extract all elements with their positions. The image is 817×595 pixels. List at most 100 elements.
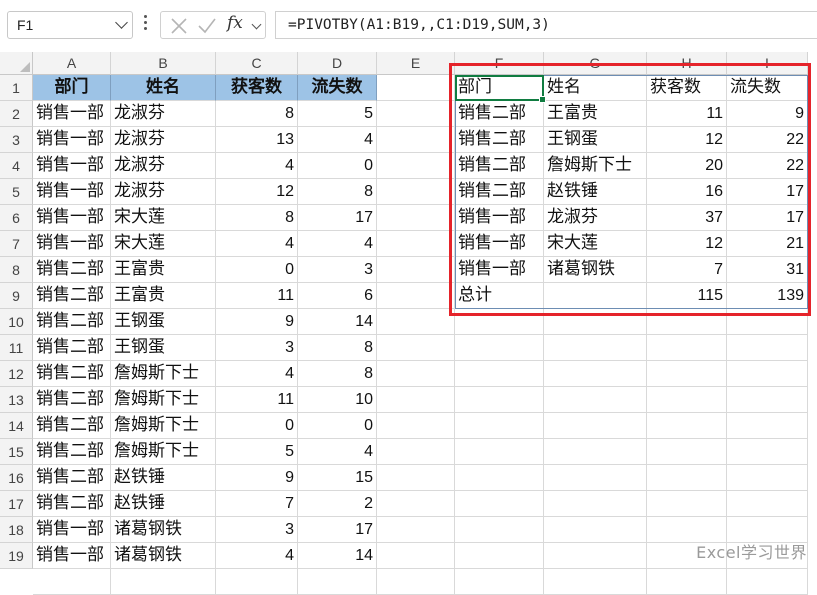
cell-d15[interactable]: 4	[298, 439, 377, 465]
cell[interactable]	[377, 153, 455, 179]
cell[interactable]	[647, 361, 727, 387]
column-header-f[interactable]: F	[455, 52, 544, 75]
cell[interactable]	[111, 569, 216, 595]
cell-c19[interactable]: 4	[216, 543, 298, 569]
row-header-1[interactable]: 1	[0, 75, 33, 101]
cell-c18[interactable]: 3	[216, 517, 298, 543]
cell-i6[interactable]: 17	[727, 205, 808, 231]
row-header-18[interactable]: 18	[0, 517, 33, 543]
cell-a11[interactable]: 销售二部	[33, 335, 111, 361]
cell[interactable]	[727, 491, 808, 517]
cell[interactable]	[544, 439, 647, 465]
cell-b16[interactable]: 赵铁锤	[111, 465, 216, 491]
cell-b19[interactable]: 诸葛钢铁	[111, 543, 216, 569]
cell-a3[interactable]: 销售一部	[33, 127, 111, 153]
row-header-8[interactable]: 8	[0, 257, 33, 283]
cell-h4[interactable]: 20	[647, 153, 727, 179]
cell-a7[interactable]: 销售一部	[33, 231, 111, 257]
cell-i8[interactable]: 31	[727, 257, 808, 283]
cell[interactable]	[455, 517, 544, 543]
cell-f2[interactable]: 销售二部	[455, 101, 544, 127]
cell-h3[interactable]: 12	[647, 127, 727, 153]
cell-b3[interactable]: 龙淑芬	[111, 127, 216, 153]
row-header-3[interactable]: 3	[0, 127, 33, 153]
check-icon[interactable]	[197, 16, 217, 36]
cell[interactable]	[455, 569, 544, 595]
cell-b13[interactable]: 詹姆斯下士	[111, 387, 216, 413]
cell-a10[interactable]: 销售二部	[33, 309, 111, 335]
cell[interactable]	[727, 387, 808, 413]
cell[interactable]	[377, 465, 455, 491]
cell-c10[interactable]: 9	[216, 309, 298, 335]
cell-g1[interactable]: 姓名	[544, 75, 647, 101]
cell-c6[interactable]: 8	[216, 205, 298, 231]
cell-d16[interactable]: 15	[298, 465, 377, 491]
cell-i9[interactable]: 139	[727, 283, 808, 309]
cell-c4[interactable]: 4	[216, 153, 298, 179]
cell-d5[interactable]: 8	[298, 179, 377, 205]
row-header-17[interactable]: 17	[0, 491, 33, 517]
row-header-9[interactable]: 9	[0, 283, 33, 309]
cell-g8[interactable]: 诸葛钢铁	[544, 257, 647, 283]
cell-g9[interactable]	[544, 283, 647, 309]
cell-d17[interactable]: 2	[298, 491, 377, 517]
row-header-19[interactable]: 19	[0, 543, 33, 569]
cell-b7[interactable]: 宋大莲	[111, 231, 216, 257]
cell-c15[interactable]: 5	[216, 439, 298, 465]
more-options-icon[interactable]	[144, 15, 148, 35]
cell-b10[interactable]: 王钢蛋	[111, 309, 216, 335]
cell[interactable]	[216, 569, 298, 595]
cell-b12[interactable]: 詹姆斯下士	[111, 361, 216, 387]
cell-d14[interactable]: 0	[298, 413, 377, 439]
cell-a12[interactable]: 销售二部	[33, 361, 111, 387]
cell[interactable]	[377, 361, 455, 387]
cell-d3[interactable]: 4	[298, 127, 377, 153]
cell[interactable]	[647, 387, 727, 413]
column-header-h[interactable]: H	[647, 52, 727, 75]
row-header-12[interactable]: 12	[0, 361, 33, 387]
cancel-icon[interactable]	[169, 16, 189, 36]
column-header-e[interactable]: E	[377, 52, 455, 75]
cell[interactable]	[377, 491, 455, 517]
cell-d9[interactable]: 6	[298, 283, 377, 309]
column-header-g[interactable]: G	[544, 52, 647, 75]
row-header-13[interactable]: 13	[0, 387, 33, 413]
header-cell-a1[interactable]: 部门	[33, 75, 111, 101]
cell-a5[interactable]: 销售一部	[33, 179, 111, 205]
cell-i1[interactable]: 流失数	[727, 75, 808, 101]
cell[interactable]	[377, 179, 455, 205]
cell[interactable]	[544, 569, 647, 595]
row-header-2[interactable]: 2	[0, 101, 33, 127]
cell-f3[interactable]: 销售二部	[455, 127, 544, 153]
cell[interactable]	[727, 361, 808, 387]
cell[interactable]	[727, 439, 808, 465]
cell[interactable]	[377, 309, 455, 335]
cell-h1[interactable]: 获客数	[647, 75, 727, 101]
cell[interactable]	[727, 465, 808, 491]
cell[interactable]	[377, 413, 455, 439]
cell[interactable]	[544, 543, 647, 569]
cell-c2[interactable]: 8	[216, 101, 298, 127]
cell-b6[interactable]: 宋大莲	[111, 205, 216, 231]
insert-function-icon[interactable]: fx	[227, 13, 243, 33]
cell-a19[interactable]: 销售一部	[33, 543, 111, 569]
chevron-down-icon[interactable]	[115, 16, 128, 29]
cell-a17[interactable]: 销售二部	[33, 491, 111, 517]
cell[interactable]	[455, 309, 544, 335]
cell-b9[interactable]: 王富贵	[111, 283, 216, 309]
cell-g2[interactable]: 王富贵	[544, 101, 647, 127]
row-header-7[interactable]: 7	[0, 231, 33, 257]
cell-b14[interactable]: 詹姆斯下士	[111, 413, 216, 439]
cell-h5[interactable]: 16	[647, 179, 727, 205]
column-header-b[interactable]: B	[111, 52, 216, 75]
row-header-14[interactable]: 14	[0, 413, 33, 439]
cell-g4[interactable]: 詹姆斯下士	[544, 153, 647, 179]
cell[interactable]	[298, 569, 377, 595]
cell[interactable]	[544, 517, 647, 543]
cell-c14[interactable]: 0	[216, 413, 298, 439]
cell-a16[interactable]: 销售二部	[33, 465, 111, 491]
column-header-c[interactable]: C	[216, 52, 298, 75]
cell-c8[interactable]: 0	[216, 257, 298, 283]
cell-c5[interactable]: 12	[216, 179, 298, 205]
chevron-down-icon[interactable]	[251, 19, 262, 30]
